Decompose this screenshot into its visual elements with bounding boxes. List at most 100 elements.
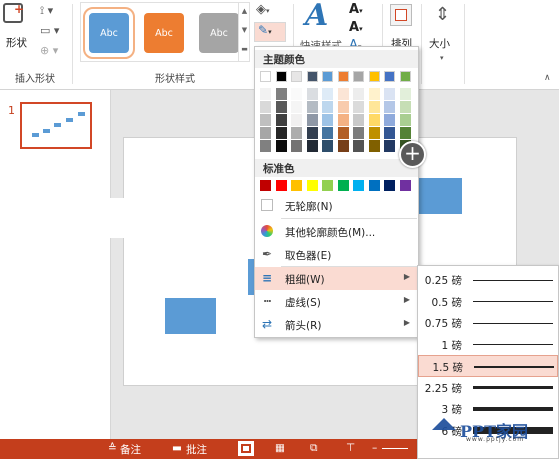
- standard-color-swatch[interactable]: [353, 180, 364, 191]
- notes-icon[interactable]: ≙: [108, 442, 117, 454]
- notes-button[interactable]: 备注: [120, 442, 141, 457]
- theme-color-tint-swatch[interactable]: [322, 140, 333, 152]
- theme-color-tint-swatch[interactable]: [291, 140, 302, 152]
- weight-item[interactable]: ≡ 粗细(W) ▶: [255, 267, 418, 290]
- style-sample-blue[interactable]: Abc: [83, 7, 135, 59]
- edit-shape-icon[interactable]: ⟟ ▾: [40, 4, 53, 18]
- normal-view-icon[interactable]: [238, 441, 254, 456]
- text-box-icon[interactable]: ▭ ▾: [40, 24, 59, 37]
- theme-color-swatch[interactable]: [353, 71, 364, 82]
- theme-color-tint-swatch[interactable]: [275, 101, 287, 113]
- dashes-item[interactable]: ┅ 虚线(S) ▶: [255, 290, 418, 313]
- zoom-out-icon[interactable]: –: [372, 442, 377, 454]
- size-icon[interactable]: ⇕: [435, 4, 450, 25]
- theme-color-tint-swatch[interactable]: [322, 101, 333, 113]
- theme-color-tint-swatch[interactable]: [337, 127, 349, 139]
- theme-color-tint-swatch[interactable]: [368, 127, 380, 139]
- white-rectangle-shape[interactable]: [88, 198, 124, 238]
- shape-fill-icon[interactable]: ◈▾: [256, 2, 270, 17]
- theme-color-tint-swatch[interactable]: [306, 101, 318, 113]
- theme-color-tint-swatch[interactable]: [384, 88, 395, 100]
- line-weight-option[interactable]: 1 磅: [418, 334, 558, 356]
- theme-color-swatch[interactable]: [322, 71, 333, 82]
- theme-color-swatch[interactable]: [291, 71, 302, 82]
- theme-color-tint-swatch[interactable]: [322, 114, 333, 126]
- merge-shapes-icon[interactable]: ⊕ ▾: [40, 44, 58, 57]
- zoom-slider[interactable]: [382, 448, 408, 449]
- theme-color-tint-swatch[interactable]: [399, 101, 411, 113]
- arrows-item[interactable]: ⇄ 箭头(R) ▶: [255, 313, 418, 336]
- eyedropper-item[interactable]: ✒ 取色器(E): [255, 243, 418, 266]
- theme-color-tint-swatch[interactable]: [384, 127, 395, 139]
- text-outline-icon[interactable]: A▾: [349, 20, 363, 35]
- theme-color-tint-swatch[interactable]: [399, 127, 411, 139]
- theme-color-tint-swatch[interactable]: [384, 114, 395, 126]
- standard-color-swatch[interactable]: [260, 180, 271, 191]
- theme-color-tint-swatch[interactable]: [275, 140, 287, 152]
- slide-thumbnail[interactable]: [20, 102, 92, 149]
- blue-rectangle-shape[interactable]: [418, 178, 462, 214]
- theme-color-tint-swatch[interactable]: [291, 101, 302, 113]
- standard-color-swatch[interactable]: [275, 180, 287, 191]
- shape-button-label[interactable]: 形状: [6, 35, 27, 50]
- standard-color-swatch[interactable]: [368, 180, 380, 191]
- add-plus-icon[interactable]: +: [399, 141, 426, 168]
- theme-color-tint-swatch[interactable]: [337, 101, 349, 113]
- theme-color-tint-swatch[interactable]: [353, 140, 364, 152]
- theme-color-tint-swatch[interactable]: [260, 127, 271, 139]
- line-weight-option[interactable]: 1.5 磅: [418, 355, 558, 377]
- theme-color-tint-swatch[interactable]: [291, 127, 302, 139]
- slideshow-icon[interactable]: ⊤: [346, 442, 355, 454]
- size-label[interactable]: 大小: [429, 36, 450, 51]
- theme-color-tint-swatch[interactable]: [275, 114, 287, 126]
- theme-color-swatch[interactable]: [337, 71, 349, 82]
- theme-color-tint-swatch[interactable]: [353, 114, 364, 126]
- comments-button[interactable]: 批注: [186, 442, 207, 457]
- chevron-down-icon[interactable]: ▾: [440, 54, 444, 62]
- standard-color-swatch[interactable]: [337, 180, 349, 191]
- standard-color-swatch[interactable]: [384, 180, 395, 191]
- standard-color-swatch[interactable]: [291, 180, 302, 191]
- standard-color-swatch[interactable]: [322, 180, 333, 191]
- theme-color-tint-swatch[interactable]: [337, 140, 349, 152]
- theme-color-swatch[interactable]: [260, 71, 271, 82]
- more-outline-colors-item[interactable]: 其他轮廓颜色(M)...: [255, 220, 418, 243]
- theme-color-swatch[interactable]: [368, 71, 380, 82]
- no-outline-item[interactable]: 无轮廓(N): [255, 194, 418, 217]
- theme-color-tint-swatch[interactable]: [353, 88, 364, 100]
- theme-color-tint-swatch[interactable]: [291, 88, 302, 100]
- theme-color-tint-swatch[interactable]: [368, 101, 380, 113]
- theme-color-tint-swatch[interactable]: [368, 114, 380, 126]
- style-sample-orange[interactable]: Abc: [144, 13, 184, 53]
- theme-color-tint-swatch[interactable]: [260, 140, 271, 152]
- line-weight-option[interactable]: 0.5 磅: [418, 291, 558, 313]
- theme-color-tint-swatch[interactable]: [399, 88, 411, 100]
- comments-icon[interactable]: ▬: [172, 442, 182, 454]
- quick-styles-icon[interactable]: A: [305, 0, 328, 33]
- theme-color-tint-swatch[interactable]: [337, 114, 349, 126]
- standard-color-swatch[interactable]: [399, 180, 411, 191]
- theme-color-tint-swatch[interactable]: [275, 88, 287, 100]
- theme-color-swatch[interactable]: [399, 71, 411, 82]
- theme-color-tint-swatch[interactable]: [306, 140, 318, 152]
- line-weight-option[interactable]: 0.75 磅: [418, 312, 558, 334]
- theme-color-tint-swatch[interactable]: [322, 88, 333, 100]
- slide-sorter-icon[interactable]: ▦: [275, 442, 285, 454]
- theme-color-swatch[interactable]: [275, 71, 287, 82]
- theme-color-tint-swatch[interactable]: [353, 101, 364, 113]
- theme-color-tint-swatch[interactable]: [291, 114, 302, 126]
- theme-color-tint-swatch[interactable]: [337, 88, 349, 100]
- theme-color-tint-swatch[interactable]: [399, 114, 411, 126]
- theme-color-swatch[interactable]: [306, 71, 318, 82]
- theme-color-tint-swatch[interactable]: [306, 127, 318, 139]
- theme-color-tint-swatch[interactable]: [260, 101, 271, 113]
- style-sample-gray[interactable]: Abc: [199, 13, 239, 53]
- theme-color-tint-swatch[interactable]: [275, 127, 287, 139]
- theme-color-tint-swatch[interactable]: [353, 127, 364, 139]
- theme-color-tint-swatch[interactable]: [260, 114, 271, 126]
- reading-view-icon[interactable]: ⧉: [310, 442, 318, 455]
- theme-color-tint-swatch[interactable]: [322, 127, 333, 139]
- theme-color-swatch[interactable]: [384, 71, 395, 82]
- collapse-ribbon-icon[interactable]: ∧: [544, 73, 551, 83]
- gallery-scroll[interactable]: ▲ ▼ ▬: [238, 2, 250, 62]
